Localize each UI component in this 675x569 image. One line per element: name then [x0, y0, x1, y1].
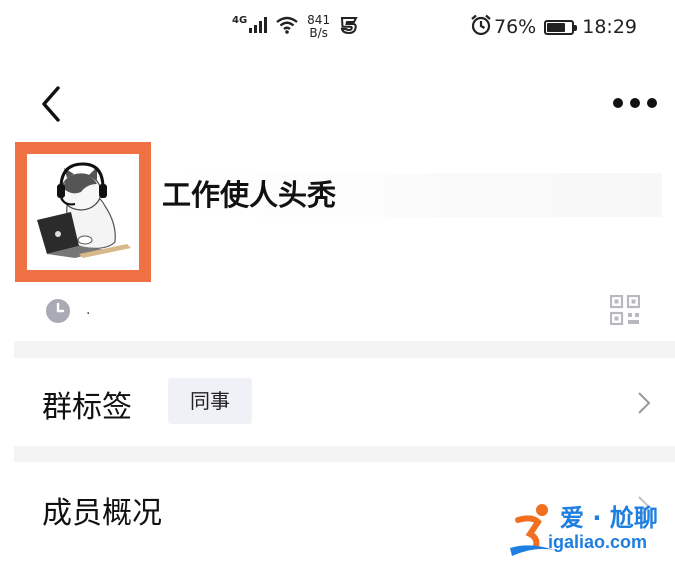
- watermark-url: igaliao.com: [548, 532, 648, 552]
- network-speed: 841 B/s: [307, 14, 330, 40]
- speed-unit: B/s: [309, 26, 328, 40]
- clock-time: 18:29: [582, 16, 637, 38]
- watermark: 爱 · 尬聊 igaliao.com: [508, 498, 668, 562]
- alarm-icon: [470, 14, 492, 40]
- group-tags-label: 群标签: [42, 390, 132, 425]
- group-tag-chip[interactable]: 同事: [168, 378, 252, 424]
- wifi-icon: [275, 16, 299, 38]
- section-divider: [14, 341, 675, 358]
- member-overview-label: 成员概况: [42, 496, 162, 531]
- qr-code-icon[interactable]: [609, 294, 641, 329]
- clock-icon: [44, 297, 72, 329]
- cat-headset-avatar-icon: [27, 154, 139, 270]
- group-tags-row[interactable]: 群标签: [0, 358, 675, 446]
- battery-icon: [544, 19, 578, 35]
- watermark-text: 爱 · 尬聊: [560, 504, 658, 532]
- signal-icon: [249, 17, 268, 37]
- more-button[interactable]: [608, 88, 662, 118]
- battery-fill: [547, 22, 566, 32]
- section-divider: [14, 446, 675, 462]
- battery-percent: 76%: [494, 16, 537, 38]
- status-right: 76% 18:29: [470, 14, 637, 40]
- group-description: .: [86, 302, 91, 318]
- group-avatar[interactable]: [15, 142, 151, 282]
- chevron-left-icon: [42, 86, 60, 122]
- group-name[interactable]: 工作使人头秃: [160, 173, 662, 217]
- more-dots-icon: [613, 98, 657, 108]
- status-bar: 4G 841 B/s 76% 18:29: [0, 0, 675, 60]
- back-button[interactable]: [36, 82, 76, 126]
- app-notification-icon: [338, 15, 360, 39]
- network-type: 4G: [232, 14, 248, 26]
- chevron-right-icon: [636, 390, 652, 420]
- status-left: 4G 841 B/s: [232, 14, 360, 40]
